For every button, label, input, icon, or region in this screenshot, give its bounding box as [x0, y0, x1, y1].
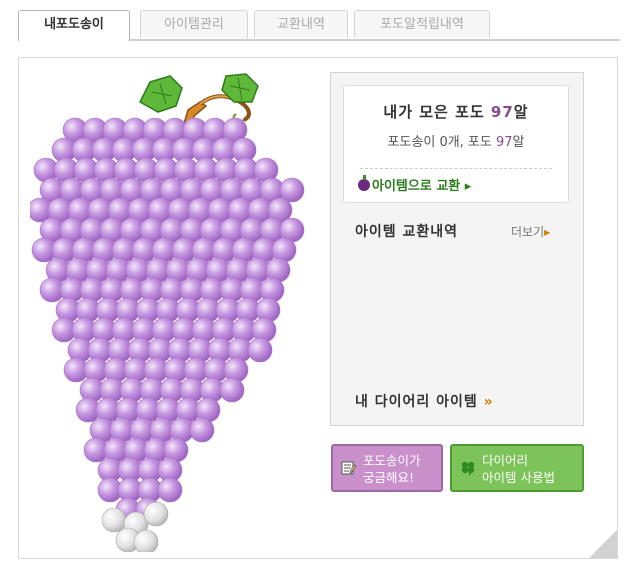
tab-item-management[interactable]: 아이템관리 — [140, 10, 248, 38]
cluster-count-line: 포도송이 0개, 포도 97알 — [344, 131, 568, 150]
memo-icon — [341, 461, 357, 475]
grape-berries — [30, 117, 305, 552]
double-arrow-icon: » — [483, 394, 494, 410]
tab-grape-points-history[interactable]: 포도알적립내역 — [354, 10, 490, 38]
grape-summary-card: 내가 모은 포도 97알 포도송이 0개, 포도 97알 아이템으로 교환 ▸ — [343, 85, 569, 203]
page-fold-corner — [589, 530, 617, 558]
curious-line-1: 포도송이가 — [363, 453, 421, 468]
info-box: 내가 모은 포도 97알 포도송이 0개, 포도 97알 아이템으로 교환 ▸ … — [330, 72, 584, 426]
empty-grape-berry — [143, 501, 169, 527]
tab-my-grapes[interactable]: 내포도송이 — [18, 10, 130, 41]
collected-grapes-line: 내가 모은 포도 97알 — [344, 101, 568, 122]
exchange-label: 아이템으로 교환 — [372, 179, 461, 194]
more-link[interactable]: 더보기▸ — [511, 223, 550, 240]
diary-label: 내 다이어리 아이템 — [355, 394, 478, 410]
item-exchange-history-title: 아이템 교환내역 — [355, 224, 459, 240]
grape-berry — [157, 477, 183, 503]
counts-prefix: 포도송이 0개, 포도 — [387, 135, 496, 150]
grape-icon — [358, 175, 370, 191]
empty-grape-berry — [133, 529, 159, 552]
grape-cluster-help-button[interactable]: 포도송이가 궁금해요! — [331, 444, 443, 492]
my-diary-items-link[interactable]: 내 다이어리 아이템 » — [355, 391, 494, 411]
clover-icon — [461, 461, 475, 476]
empty-grape-berry — [101, 507, 127, 533]
tab-exchange-history[interactable]: 교환내역 — [254, 10, 348, 38]
collected-prefix: 내가 모은 포도 — [383, 103, 491, 121]
diary-item-usage-button[interactable]: 다이어리 아이템 사용법 — [450, 444, 584, 492]
tab-bar: 내포도송이 아이템관리 교환내역 포도알적립내역 — [18, 10, 620, 41]
exchange-arrow-icon: ▸ — [464, 179, 472, 194]
curious-line-2: 궁금해요! — [363, 470, 415, 485]
counts-grapes: 97 — [496, 135, 513, 150]
collected-suffix: 알 — [513, 103, 529, 121]
exchange-for-item-link[interactable]: 아이템으로 교환 ▸ — [358, 175, 471, 194]
grape-cluster — [30, 73, 305, 552]
usage-line-2: 아이템 사용법 — [482, 470, 555, 485]
collected-count: 97 — [490, 103, 514, 121]
counts-suffix: 알 — [512, 135, 525, 150]
more-arrow-icon: ▸ — [544, 225, 551, 239]
summary-divider — [360, 168, 552, 169]
grape-berry — [189, 417, 215, 443]
grape-berry — [247, 337, 273, 363]
usage-line-1: 다이어리 — [482, 453, 529, 468]
grape-berry — [219, 377, 245, 403]
more-label: 더보기 — [511, 225, 545, 239]
